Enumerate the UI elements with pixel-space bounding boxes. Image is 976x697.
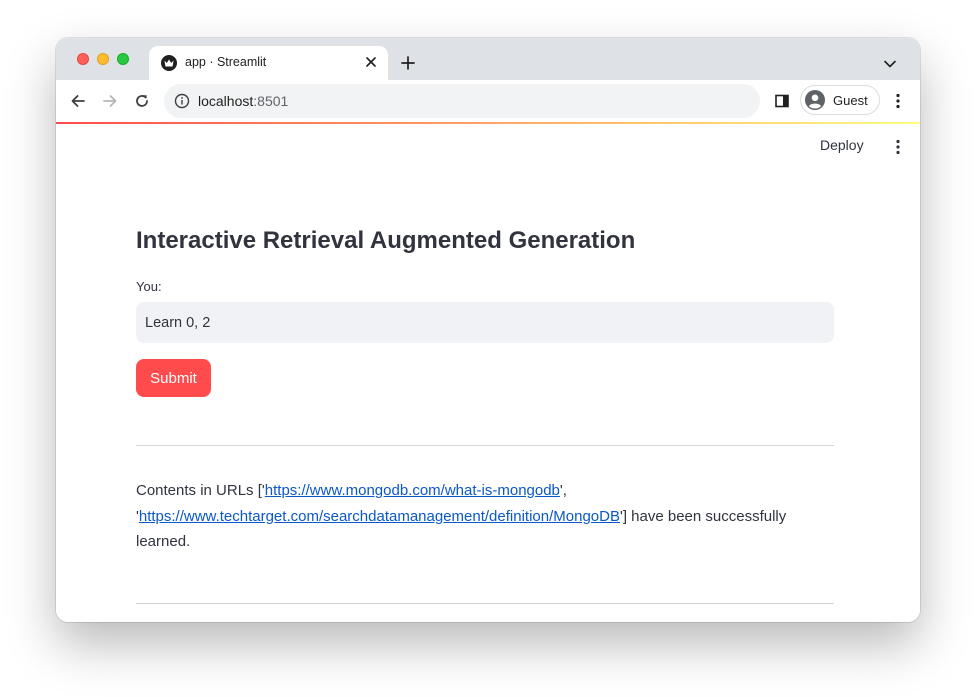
- browser-window: app · Streamlit localhost:8501 Guest Dep…: [56, 38, 920, 622]
- reload-icon[interactable]: [131, 90, 153, 112]
- browser-toolbar: localhost:8501 Guest: [56, 80, 920, 122]
- url-host: localhost: [198, 93, 254, 109]
- tab-title: app · Streamlit: [185, 55, 267, 69]
- close-window-button[interactable]: [77, 53, 89, 65]
- tab-close-icon[interactable]: [362, 53, 380, 71]
- site-info-icon[interactable]: [174, 93, 190, 109]
- url-port: :8501: [253, 93, 289, 109]
- minimize-window-button[interactable]: [97, 53, 109, 65]
- url-text: localhost:8501: [198, 93, 288, 109]
- techtarget-link[interactable]: https://www.techtarget.com/searchdataman…: [139, 508, 620, 525]
- forward-arrow-icon[interactable]: [99, 90, 121, 112]
- side-panel-icon[interactable]: [772, 91, 792, 111]
- message-prefix: Contents in URLs [': [136, 482, 265, 499]
- avatar-person-icon: [805, 90, 825, 110]
- submit-button[interactable]: Submit: [136, 359, 211, 397]
- new-tab-plus-icon[interactable]: [398, 53, 418, 73]
- back-arrow-icon[interactable]: [67, 90, 89, 112]
- profile-name: Guest: [833, 93, 868, 108]
- deploy-button[interactable]: Deploy: [820, 137, 864, 153]
- input-label: You:: [136, 279, 162, 294]
- mongodb-link[interactable]: https://www.mongodb.com/what-is-mongodb: [265, 482, 560, 499]
- response-message: Contents in URLs ['https://www.mongodb.c…: [136, 478, 834, 555]
- browser-menu-kebab-icon[interactable]: [888, 91, 908, 111]
- tab-search-chevron-down-icon[interactable]: [880, 54, 900, 74]
- divider: [136, 603, 834, 604]
- streamlit-crown-icon: [161, 55, 177, 71]
- tab-strip: app · Streamlit: [56, 38, 920, 80]
- app-menu-kebab-icon[interactable]: [888, 137, 908, 157]
- page-title: Interactive Retrieval Augmented Generati…: [136, 227, 636, 254]
- zoom-window-button[interactable]: [117, 53, 129, 65]
- profile-button[interactable]: Guest: [800, 85, 880, 115]
- divider: [136, 445, 834, 446]
- app-content: Deploy Interactive Retrieval Augmented G…: [56, 124, 920, 622]
- chat-input[interactable]: [136, 302, 834, 343]
- tab-app[interactable]: app · Streamlit: [149, 46, 388, 80]
- address-bar[interactable]: localhost:8501: [164, 84, 760, 118]
